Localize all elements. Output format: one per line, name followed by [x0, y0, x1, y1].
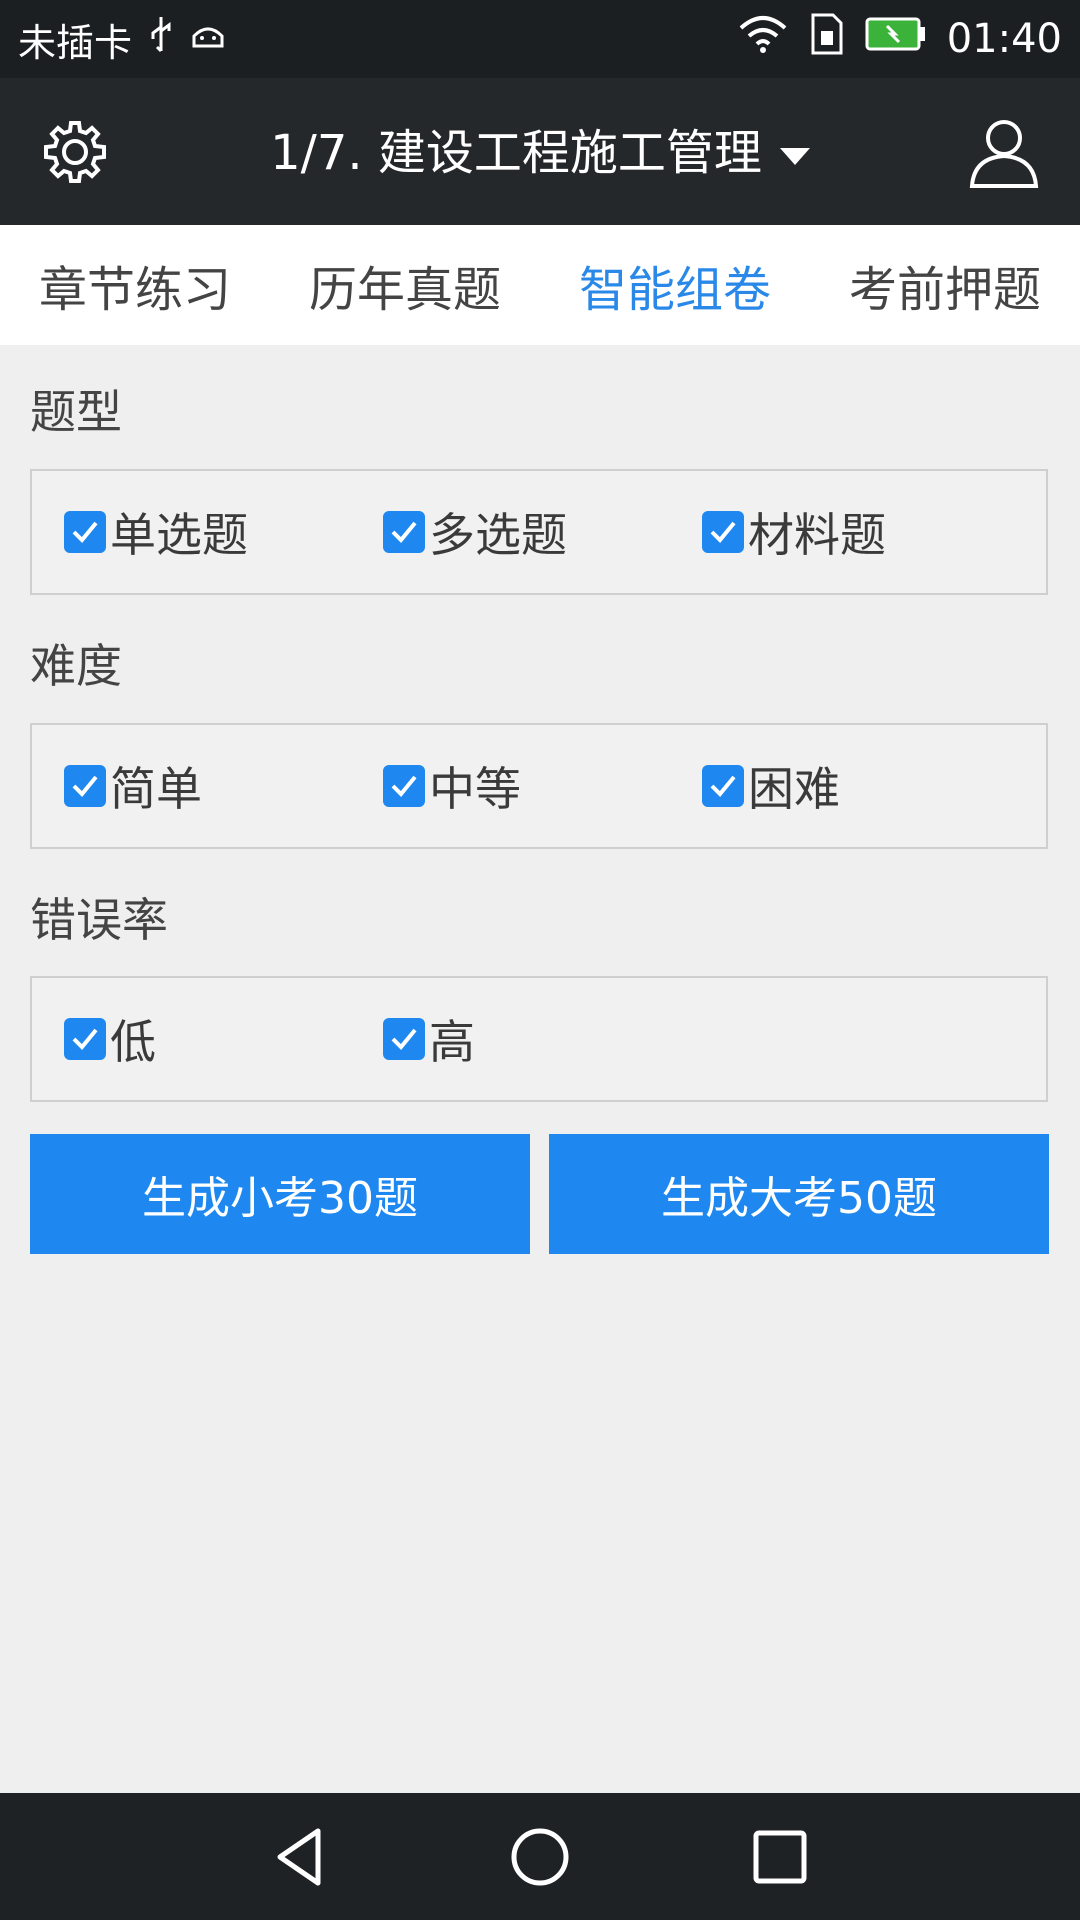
dropdown-caret-icon: [779, 147, 810, 165]
profile-button[interactable]: [964, 112, 1044, 192]
option-label: 低: [110, 1015, 156, 1069]
status-right: 01:40: [737, 13, 1062, 65]
carrier-text: 未插卡: [18, 20, 133, 65]
difficulty-heading: 难度: [30, 639, 122, 693]
tab-chapter-practice[interactable]: 章节练习: [39, 250, 231, 320]
option-label: 困难: [748, 762, 840, 816]
checkbox-checked-icon[interactable]: [383, 765, 425, 807]
sim-icon: [809, 13, 845, 65]
option-label: 中等: [429, 762, 521, 816]
question-type-group: 单选题 多选题 材料题: [30, 469, 1048, 595]
tab-pre-exam[interactable]: 考前押题: [849, 250, 1041, 320]
checkbox-checked-icon[interactable]: [383, 1018, 425, 1060]
checkbox-checked-icon[interactable]: [702, 511, 744, 553]
option-single-choice[interactable]: 单选题: [64, 471, 248, 593]
checkbox-checked-icon[interactable]: [64, 765, 106, 807]
option-label: 单选题: [110, 508, 248, 562]
tab-smart-paper[interactable]: 智能组卷: [579, 250, 771, 320]
option-low[interactable]: 低: [64, 978, 156, 1100]
difficulty-group: 简单 中等 困难: [30, 723, 1048, 849]
system-nav-bar: [0, 1793, 1080, 1920]
checkbox-checked-icon[interactable]: [383, 511, 425, 553]
generate-small-exam-button[interactable]: 生成小考30题: [30, 1134, 530, 1254]
status-bar: 未插卡 01:40: [0, 0, 1080, 78]
option-hard[interactable]: 困难: [702, 725, 840, 847]
checkbox-checked-icon[interactable]: [64, 511, 106, 553]
user-icon: [969, 120, 1039, 188]
option-medium[interactable]: 中等: [383, 725, 521, 847]
option-easy[interactable]: 简单: [64, 725, 202, 847]
question-type-heading: 题型: [30, 385, 122, 439]
usb-icon: [148, 15, 174, 64]
option-high[interactable]: 高: [383, 978, 475, 1100]
option-label: 材料题: [748, 508, 886, 562]
option-label: 多选题: [429, 508, 567, 562]
checkbox-checked-icon[interactable]: [702, 765, 744, 807]
generate-large-exam-button[interactable]: 生成大考50题: [549, 1134, 1049, 1254]
home-circle-icon: [511, 1828, 569, 1886]
tab-bar: 章节练习 历年真题 智能组卷 考前押题: [0, 225, 1080, 345]
back-button[interactable]: [268, 1825, 332, 1889]
error-rate-group: 低 高: [30, 976, 1048, 1102]
option-label: 简单: [110, 762, 202, 816]
back-triangle-icon: [277, 1828, 321, 1886]
recents-square-icon: [753, 1830, 807, 1884]
recents-button[interactable]: [748, 1825, 812, 1889]
option-multiple-choice[interactable]: 多选题: [383, 471, 567, 593]
tab-past-exams[interactable]: 历年真题: [309, 250, 501, 320]
clock-text: 01:40: [946, 16, 1062, 62]
status-left: 未插卡: [18, 14, 226, 65]
option-label: 高: [429, 1015, 475, 1069]
android-debug-icon: [190, 17, 226, 61]
battery-icon: [865, 16, 927, 62]
home-button[interactable]: [508, 1825, 572, 1889]
page-title: 1/7. 建设工程施工管理: [270, 125, 762, 181]
wifi-icon: [737, 14, 789, 64]
subject-selector[interactable]: 1/7. 建设工程施工管理: [0, 123, 1080, 183]
error-rate-heading: 错误率: [30, 893, 168, 947]
app-bar: 1/7. 建设工程施工管理: [0, 78, 1080, 225]
checkbox-checked-icon[interactable]: [64, 1018, 106, 1060]
option-material[interactable]: 材料题: [702, 471, 886, 593]
